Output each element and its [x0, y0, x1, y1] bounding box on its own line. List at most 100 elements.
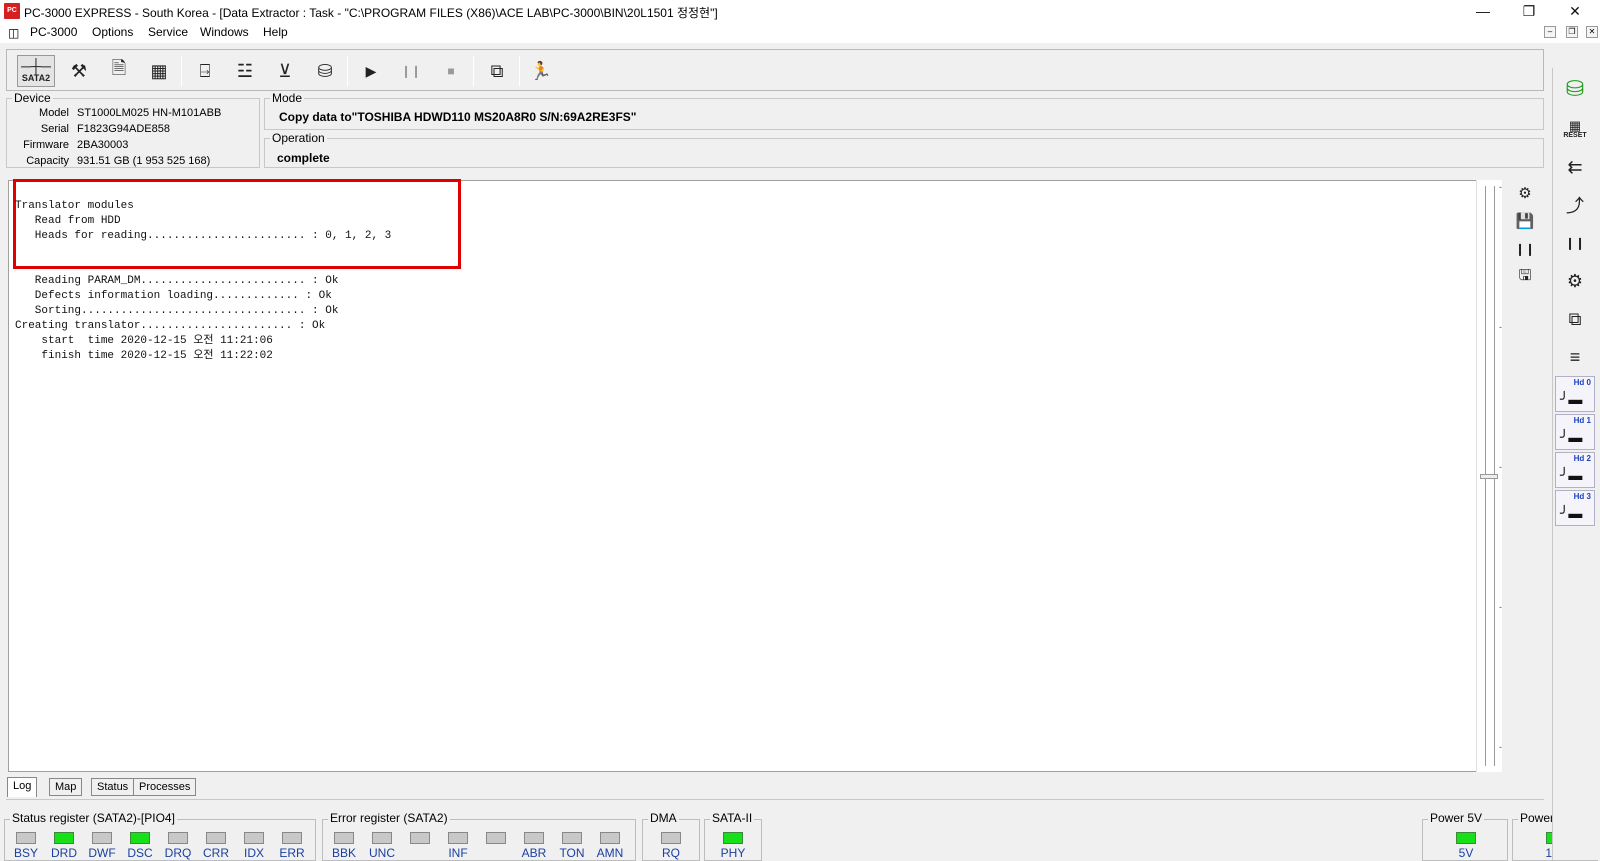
log-line: Heads for reading.......................…: [15, 230, 392, 242]
head-arm-icon[interactable]: ⤴: [1557, 188, 1593, 222]
dma-group: DMA RQ: [642, 811, 700, 861]
sata2-port-button[interactable]: ─┼─ SATA2: [17, 55, 55, 87]
copy-close-icon[interactable]: ⧉: [1557, 302, 1593, 336]
terminal-icon[interactable]: ⍈: [189, 55, 221, 87]
register-led-label: INF: [448, 846, 468, 860]
stop-icon[interactable]: ■: [435, 55, 467, 87]
head-0-button[interactable]: Hd 0 ╯▬: [1555, 376, 1595, 412]
register-led-label: ERR: [279, 846, 305, 860]
head-map-icon[interactable]: ⊻: [269, 55, 301, 87]
register-led-label: BBK: [331, 846, 356, 860]
windows-cascade-icon[interactable]: ⧉: [481, 55, 513, 87]
database-icon[interactable]: ⛁: [309, 55, 341, 87]
mdi-close-icon[interactable]: ✕: [1586, 26, 1598, 38]
database-green-icon[interactable]: ⛁: [1557, 72, 1593, 106]
mdi-restore-icon[interactable]: ❐: [1566, 26, 1578, 38]
pause-icon[interactable]: ❙❙: [395, 55, 427, 87]
log-panel[interactable]: Translator modules Read from HDD Heads f…: [8, 179, 1484, 772]
register-led: [282, 832, 302, 844]
window-title: PC-3000 EXPRESS - South Korea - [Data Ex…: [24, 6, 718, 20]
register-led-label: DRD: [51, 846, 77, 860]
exit-icon[interactable]: 🏃: [525, 55, 557, 87]
toolbar-separator: [347, 56, 348, 86]
export-log-icon[interactable]: 🖫: [1514, 266, 1536, 288]
play-icon[interactable]: ▶: [355, 55, 387, 87]
drive-info-icon[interactable]: 🗎: [103, 55, 135, 87]
register-led: [54, 832, 74, 844]
capacity-label: Capacity: [26, 155, 69, 167]
binoculars-icon[interactable]: ☳: [229, 55, 261, 87]
pause-icon[interactable]: ❙❙: [1557, 226, 1593, 260]
close-icon[interactable]: ✕: [1552, 0, 1598, 22]
register-led: [16, 832, 36, 844]
toolbar-separator: [473, 56, 474, 86]
head-3-button[interactable]: Hd 3 ╯▬: [1555, 490, 1595, 526]
register-led: [168, 832, 188, 844]
reset-button[interactable]: ▦ RESET: [1557, 112, 1593, 146]
log-settings-icon[interactable]: ⚙: [1514, 182, 1536, 204]
tab-status[interactable]: Status: [91, 778, 135, 796]
register-led-label: UNC: [369, 846, 395, 860]
log-line: Defects information loading.............…: [15, 290, 332, 302]
mdi-minimize-icon[interactable]: –: [1544, 26, 1556, 38]
tab-log[interactable]: Log: [7, 777, 38, 797]
log-line: finish time 2020-12-15 오전 11:22:02: [15, 350, 273, 362]
percent-test-icon[interactable]: ▦: [143, 55, 175, 87]
reset-label: RESET: [1563, 132, 1587, 139]
device-group: Device Model ST1000LM025 HN-M101ABB Seri…: [6, 91, 260, 168]
register-led-label: BSY: [13, 846, 38, 860]
register-led: [486, 832, 506, 844]
menu-pc3000[interactable]: PC-3000: [30, 25, 77, 39]
register-led: [410, 832, 430, 844]
divider: [6, 799, 1544, 800]
head-icon: ╯▬: [1560, 505, 1583, 521]
restore-icon[interactable]: ❐: [1506, 0, 1552, 22]
chip-settings-icon[interactable]: ⚙: [1557, 264, 1593, 298]
scroll-tick: -: [1499, 182, 1502, 192]
menu-help[interactable]: Help: [263, 25, 288, 39]
tab-map[interactable]: Map: [49, 778, 83, 796]
pause-log-icon[interactable]: ❙❙: [1514, 238, 1536, 260]
scan-icon[interactable]: ⇇: [1557, 150, 1593, 184]
device-group-title: Device: [12, 91, 53, 105]
error-register-title: Error register (SATA2): [328, 811, 450, 825]
minimize-icon[interactable]: —: [1460, 0, 1506, 22]
register-led: [448, 832, 468, 844]
menu-options[interactable]: Options: [92, 25, 133, 39]
log-line: Creating translator.....................…: [15, 320, 326, 332]
register-led: [334, 832, 354, 844]
log-text: Translator modules Read from HDD Heads f…: [15, 199, 391, 364]
register-led-label: DRQ: [164, 846, 192, 860]
scroll-thumb[interactable]: [1480, 474, 1498, 479]
register-led-label: ABR: [521, 846, 547, 860]
head-1-button[interactable]: Hd 1 ╯▬: [1555, 414, 1595, 450]
dma-title: DMA: [648, 811, 679, 825]
status-register-title: Status register (SATA2)-[PIO4]: [10, 811, 177, 825]
register-led-label: DWF: [88, 846, 116, 860]
tab-processes[interactable]: Processes: [133, 778, 197, 796]
save-log-icon[interactable]: 💾: [1514, 210, 1536, 232]
log-scrollbar[interactable]: - - - - -: [1476, 180, 1502, 772]
menu-service[interactable]: Service: [148, 25, 188, 39]
scroll-tick: -: [1499, 742, 1502, 752]
model-label: Model: [39, 107, 69, 119]
chip-icon: ▦: [1568, 118, 1582, 133]
mode-value: Copy data to"TOSHIBA HDWD110 MS20A8R0 S/…: [279, 110, 637, 124]
menu-windows[interactable]: Windows: [200, 25, 249, 39]
right-toolbar: ⛁ ▦ RESET ⇇ ⤴ ❙❙ ⚙ ⧉ ≡ Hd 0 ╯▬ Hd 1 ╯▬ H…: [1552, 68, 1598, 860]
head-2-label: Hd 2: [1573, 454, 1591, 463]
register-led: [562, 832, 582, 844]
heads-map-icon[interactable]: ≡: [1557, 340, 1593, 374]
register-led: [600, 832, 620, 844]
port-connector-icon: ─┼─: [21, 58, 51, 74]
power5-led: [1456, 832, 1476, 844]
app-icon: PC: [4, 3, 20, 19]
head-2-button[interactable]: Hd 2 ╯▬: [1555, 452, 1595, 488]
tools-icon[interactable]: ⚒: [63, 55, 95, 87]
capacity-value: 931.51 GB (1 953 525 168): [77, 155, 211, 167]
operation-group-title: Operation: [270, 131, 327, 145]
toolbar-separator: [519, 56, 520, 86]
toolbar-separator: [181, 56, 182, 86]
register-led: [206, 832, 226, 844]
